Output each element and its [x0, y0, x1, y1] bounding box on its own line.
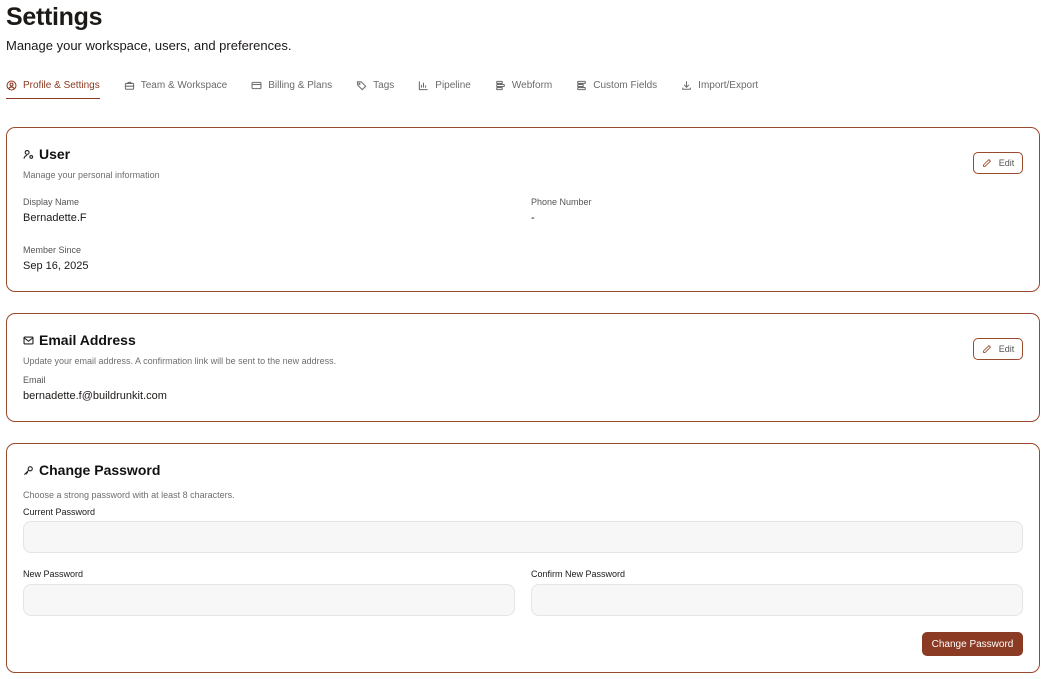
user-card-title: User	[23, 146, 70, 162]
tab-import-export[interactable]: Import/Export	[681, 72, 758, 99]
chart-icon	[419, 81, 428, 91]
email-card-title: Email Address	[23, 332, 136, 348]
new-password-input[interactable]	[23, 584, 515, 616]
card-title-text: User	[39, 146, 71, 162]
tab-billing-plans[interactable]: Billing & Plans	[251, 72, 332, 99]
email-card-description: Update your email address. A confirmatio…	[23, 356, 337, 366]
member-since-value: Sep 16, 2025	[23, 260, 89, 272]
email-card: Email Address Update your email address.…	[6, 313, 1040, 422]
confirm-password-label: Confirm New Password	[531, 569, 626, 579]
tab-label: Import/Export	[698, 80, 759, 91]
tab-pipeline[interactable]: Pipeline	[418, 72, 471, 99]
tab-tags[interactable]: Tags	[356, 72, 394, 99]
display-name-value: Bernadette.F	[23, 212, 87, 224]
tab-label: Profile & Settings	[23, 79, 100, 91]
pencil-icon	[982, 158, 991, 167]
password-card-title: Change Password	[23, 462, 160, 478]
new-password-label: New Password	[23, 569, 84, 579]
form-icon	[496, 80, 505, 91]
user-circle-icon	[6, 80, 17, 90]
tab-label: Team & Workspace	[140, 80, 228, 91]
user-card: User Manage your personal information Ed…	[6, 127, 1040, 292]
tab-webform[interactable]: Webform	[495, 72, 552, 99]
tab-label: Pipeline	[435, 80, 471, 91]
change-password-card: Change Password Choose a strong password…	[6, 443, 1040, 673]
card-title-text: Email Address	[39, 332, 136, 348]
email-label: Email	[23, 375, 46, 385]
page-subtitle: Manage your workspace, users, and prefer…	[6, 38, 292, 53]
list-icon	[577, 80, 587, 91]
credit-card-icon	[251, 81, 262, 90]
key-icon	[23, 465, 33, 475]
current-password-input[interactable]	[23, 521, 1023, 553]
tag-icon	[356, 81, 367, 91]
tab-team-workspace[interactable]: Team & Workspace	[124, 72, 228, 99]
user-edit-button[interactable]: Edit	[973, 152, 1023, 174]
page-title: Settings	[6, 3, 103, 31]
phone-number-label: Phone Number	[531, 197, 592, 207]
edit-label: Edit	[998, 344, 1015, 354]
display-name-label: Display Name	[23, 197, 80, 207]
phone-number-value: -	[531, 212, 535, 224]
tab-profile-settings[interactable]: Profile & Settings	[6, 72, 100, 99]
email-value: bernadette.f@buildrunkit.com	[23, 390, 167, 402]
current-password-label: Current Password	[23, 507, 96, 517]
settings-tabs: Profile & Settings Team & Workspace Bill…	[6, 72, 782, 102]
user-card-description: Manage your personal information	[23, 170, 160, 180]
download-icon	[682, 81, 691, 90]
change-password-button[interactable]: Change Password	[922, 632, 1023, 656]
mail-icon	[23, 336, 34, 344]
tab-custom-fields[interactable]: Custom Fields	[576, 72, 657, 99]
password-card-description: Choose a strong password with at least 8…	[23, 490, 235, 500]
user-gear-icon	[23, 149, 34, 159]
edit-label: Edit	[998, 158, 1015, 168]
confirm-password-input[interactable]	[531, 584, 1023, 616]
card-title-text: Change Password	[39, 462, 161, 478]
email-edit-button[interactable]: Edit	[973, 338, 1023, 360]
member-since-label: Member Since	[23, 245, 82, 255]
briefcase-icon	[124, 81, 134, 90]
tab-label: Custom Fields	[593, 80, 658, 91]
tab-label: Tags	[373, 80, 395, 91]
tab-label: Webform	[511, 80, 553, 91]
pencil-icon	[982, 344, 991, 353]
tab-label: Billing & Plans	[268, 80, 333, 91]
